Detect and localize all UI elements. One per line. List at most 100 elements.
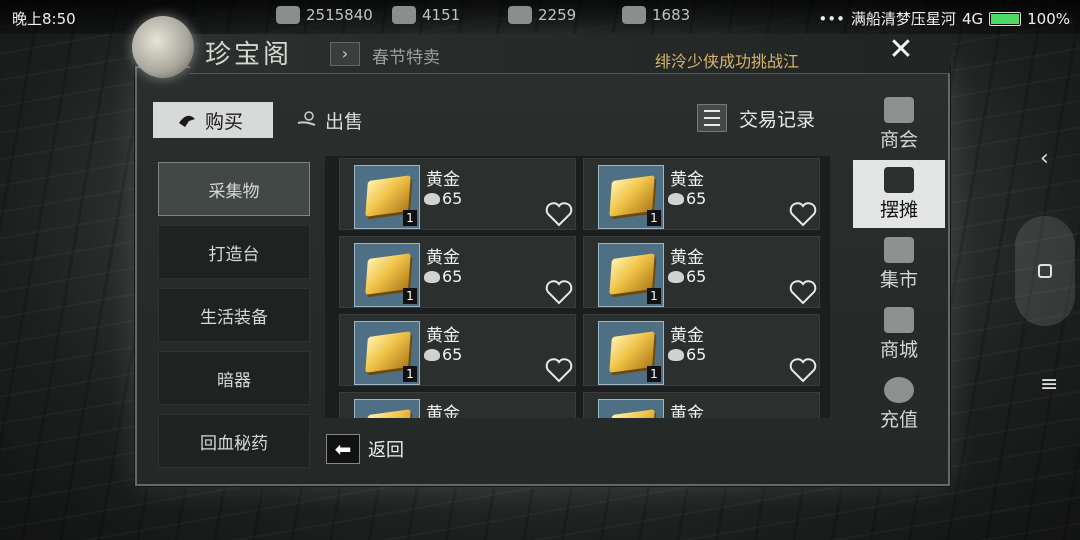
item-quantity: 1 xyxy=(403,366,417,382)
resource-value: 2515840 xyxy=(306,6,373,24)
battery-level: 100% xyxy=(1027,9,1070,28)
hat-icon xyxy=(179,115,195,127)
item-card[interactable]: 黄金 xyxy=(583,392,820,418)
item-price: 65 xyxy=(424,267,462,286)
emblem-icon xyxy=(884,96,914,123)
jade-icon xyxy=(508,6,532,24)
nav-label: 摆摊 xyxy=(879,198,918,221)
category-item[interactable]: 采集物 xyxy=(158,162,310,216)
price-value: 65 xyxy=(686,345,707,364)
heart-icon[interactable] xyxy=(545,357,573,383)
page-title: 珍宝阁 xyxy=(205,40,293,70)
gold-bar-icon xyxy=(365,409,411,418)
notification-dots-icon: ••• xyxy=(818,9,845,28)
nav-item-recharge[interactable]: 充值 xyxy=(853,370,945,438)
back-label: 返回 xyxy=(368,440,404,461)
item-grid[interactable]: 1 黄金 65 1 黄金 65 1 黄金 65 1 黄金 65 1 黄金 65 … xyxy=(325,156,830,418)
silver-ingot-icon xyxy=(424,348,440,361)
category-item[interactable]: 打造台 xyxy=(158,225,310,279)
item-thumbnail xyxy=(354,399,420,418)
category-item[interactable]: 生活装备 xyxy=(158,288,310,342)
close-button[interactable]: ✕ xyxy=(877,30,925,70)
nav-item-shop[interactable]: 商城 xyxy=(853,300,945,368)
price-value: 65 xyxy=(686,267,707,286)
category-list: 采集物 打造台 生活装备 暗器 回血秘药 xyxy=(152,156,320,477)
tab-buy[interactable]: 购买 xyxy=(153,102,273,138)
right-nav: 商会 摆摊 集市 商城 充值 xyxy=(853,90,949,440)
battery-icon xyxy=(989,11,1022,26)
heart-icon[interactable] xyxy=(545,201,573,227)
hand-coin-icon xyxy=(297,111,316,126)
silver-ingot-icon xyxy=(668,192,684,205)
tab-buy-label: 购买 xyxy=(205,110,244,133)
silver-ingot-icon xyxy=(424,192,440,205)
item-thumbnail: 1 xyxy=(598,165,664,229)
item-name: 黄金 xyxy=(426,170,460,190)
money-bag-icon xyxy=(884,376,914,403)
breadcrumb[interactable]: 春节特卖 xyxy=(372,43,440,68)
item-name: 黄金 xyxy=(670,326,704,346)
chevron-right-icon[interactable]: › xyxy=(330,42,360,66)
item-name: 黄金 xyxy=(426,404,460,418)
home-square-icon xyxy=(1038,264,1052,278)
silver-ingot-icon xyxy=(668,348,684,361)
trade-log-label: 交易记录 xyxy=(739,108,816,131)
heart-icon[interactable] xyxy=(789,357,817,383)
nav-item-stall[interactable]: 摆摊 xyxy=(853,160,945,228)
item-card[interactable]: 黄金 xyxy=(339,392,576,418)
item-thumbnail: 1 xyxy=(354,165,420,229)
item-price: 65 xyxy=(668,345,706,364)
system-home-button[interactable] xyxy=(1015,216,1075,326)
item-card[interactable]: 1 黄金 65 xyxy=(583,314,820,386)
back-arrow-icon: ⬅ xyxy=(326,434,360,464)
price-value: 65 xyxy=(442,189,463,208)
silver-ingot-icon xyxy=(424,270,440,283)
nav-item-chamber[interactable]: 商会 xyxy=(853,90,945,158)
shop-icon xyxy=(884,306,914,333)
resource-value: 2259 xyxy=(538,6,577,24)
price-value: 65 xyxy=(442,345,463,364)
list-icon xyxy=(697,104,727,132)
back-button[interactable]: ⬅ 返回 xyxy=(326,434,404,464)
nav-label: 充值 xyxy=(879,408,918,431)
item-quantity: 1 xyxy=(403,288,417,304)
item-thumbnail xyxy=(598,399,664,418)
title-bar xyxy=(190,34,950,74)
item-price: 65 xyxy=(668,267,706,286)
item-thumbnail: 1 xyxy=(598,321,664,385)
item-name: 黄金 xyxy=(670,170,704,190)
tab-sell-label: 出售 xyxy=(325,110,364,133)
gold-bar-icon xyxy=(609,409,655,418)
nav-item-market[interactable]: 集市 xyxy=(853,230,945,298)
price-value: 65 xyxy=(686,189,707,208)
heart-icon[interactable] xyxy=(789,201,817,227)
item-card[interactable]: 1 黄金 65 xyxy=(583,158,820,230)
heart-icon[interactable] xyxy=(789,279,817,305)
category-item[interactable]: 回血秘药 xyxy=(158,414,310,468)
item-price: 65 xyxy=(424,189,462,208)
item-price: 65 xyxy=(424,345,462,364)
announcement-marquee: 绯泠少侠成功挑战江 xyxy=(655,52,800,71)
item-card[interactable]: 1 黄金 65 xyxy=(339,236,576,308)
system-back-icon[interactable]: ‹ xyxy=(1040,146,1049,171)
item-name: 黄金 xyxy=(670,404,704,418)
film-reel-icon xyxy=(276,6,300,24)
trade-log-button[interactable]: 交易记录 xyxy=(697,104,815,132)
item-card[interactable]: 1 黄金 65 xyxy=(583,236,820,308)
resource-film: 2515840 xyxy=(276,6,373,24)
clock: 晚上8:50 xyxy=(12,10,76,28)
item-price: 65 xyxy=(668,189,706,208)
item-thumbnail: 1 xyxy=(598,243,664,307)
system-status: ••• 满船清梦压星河 4G 100% xyxy=(818,8,1070,29)
tab-sell[interactable]: 出售 xyxy=(285,102,405,138)
heart-icon[interactable] xyxy=(545,279,573,305)
resource-jade: 2259 xyxy=(508,6,576,24)
system-menu-icon[interactable]: ≡ xyxy=(1040,372,1058,397)
price-value: 65 xyxy=(442,267,463,286)
item-card[interactable]: 1 黄金 65 xyxy=(339,314,576,386)
item-card[interactable]: 1 黄金 65 xyxy=(339,158,576,230)
category-item[interactable]: 暗器 xyxy=(158,351,310,405)
silver-ingot-icon xyxy=(668,270,684,283)
nav-label: 集市 xyxy=(879,268,918,291)
stall-icon xyxy=(884,166,914,193)
